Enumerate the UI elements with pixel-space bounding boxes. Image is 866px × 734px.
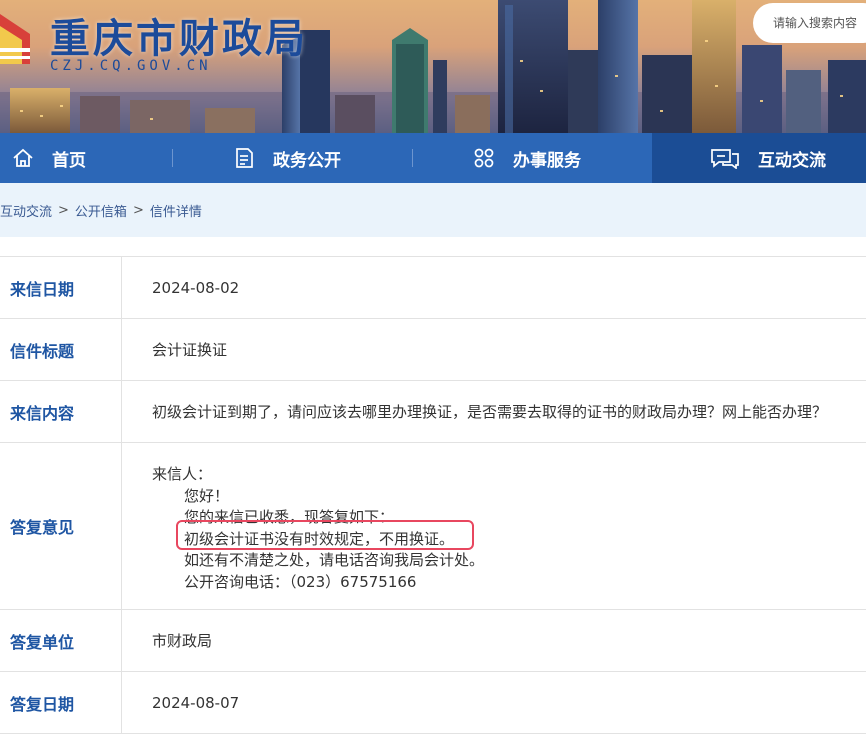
reply-label: 答复意见	[0, 443, 122, 609]
reply-line: 您的来信已收悉，现答复如下：	[184, 508, 395, 526]
nav-divider	[412, 149, 413, 167]
header-banner: 重庆市财政局 CZJ.CQ.GOV.CN	[0, 0, 866, 133]
site-title[interactable]: 重庆市财政局	[50, 6, 308, 64]
letter-title-value: 会计证换证	[152, 341, 228, 359]
grid-icon	[474, 148, 494, 168]
reply-line: 来信人：	[152, 465, 213, 483]
site-domain: CZJ.CQ.GOV.CN	[50, 58, 212, 74]
nav-item-label: 互动交流	[758, 150, 826, 171]
table-row-reply: 答复意见 来信人： 您好！ 您的来信已收悉，现答复如下： 初级会计证书没有时效规…	[0, 443, 866, 610]
nav-item-services[interactable]: 办事服务	[473, 133, 581, 183]
document-icon	[236, 148, 253, 168]
home-icon	[13, 148, 33, 167]
nav-item-label: 首页	[52, 150, 86, 171]
letter-content-label: 来信内容	[0, 381, 122, 442]
letter-title-label: 信件标题	[0, 319, 122, 380]
letter-content-value: 初级会计证到期了，请问应该去哪里办理换证，是否需要去取得的证书的财政局办理？网上…	[152, 403, 828, 421]
breadcrumb-separator: >	[132, 202, 144, 218]
search-input[interactable]	[753, 3, 866, 43]
breadcrumb-link-mailbox[interactable]: 公开信箱	[75, 201, 127, 220]
logo-emblem-icon	[0, 14, 30, 64]
letter-detail-table: 来信日期 2024-08-02 信件标题 会计证换证 来信内容 初级会计证到期了…	[0, 256, 866, 734]
reply-content: 来信人： 您好！ 您的来信已收悉，现答复如下： 初级会计证书没有时效规定，不用换…	[122, 443, 484, 609]
reply-line: 如还有不清楚之处，请电话咨询我局会计处。	[184, 551, 485, 569]
letter-date-label: 来信日期	[0, 257, 122, 318]
breadcrumb-current: 信件详情	[149, 204, 202, 220]
nav-item-home[interactable]: 首页	[12, 133, 86, 183]
table-row-letter-title: 信件标题 会计证换证	[0, 319, 866, 381]
table-row-reply-date: 答复日期 2024-08-07	[0, 672, 866, 734]
breadcrumb: 互动交流 > 公开信箱 > 信件详情	[0, 183, 866, 237]
table-row-reply-unit: 答复单位 市财政局	[0, 610, 866, 672]
reply-unit-label: 答复单位	[0, 610, 122, 671]
reply-unit-value: 市财政局	[152, 632, 213, 650]
nav-item-government-affairs[interactable]: 政务公开	[233, 133, 341, 183]
reply-date-value: 2024-08-07	[152, 693, 240, 712]
reply-date-label: 答复日期	[0, 672, 122, 733]
breadcrumb-link-interaction[interactable]: 互动交流	[0, 201, 52, 220]
main-nav: 首页 政务公开 办事服务 互动交流	[0, 133, 866, 183]
reply-line: 公开咨询电话：（023）67575166	[184, 572, 417, 591]
table-row-letter-content: 来信内容 初级会计证到期了，请问应该去哪里办理换证，是否需要去取得的证书的财政局…	[0, 381, 866, 443]
nav-item-label: 政务公开	[273, 150, 341, 171]
nav-item-label: 办事服务	[513, 150, 581, 171]
table-row-letter-date: 来信日期 2024-08-02	[0, 257, 866, 319]
nav-divider	[172, 149, 173, 167]
reply-line-highlighted: 初级会计证书没有时效规定，不用换证。	[184, 529, 455, 548]
breadcrumb-separator: >	[58, 202, 69, 218]
nav-item-interaction[interactable]: 互动交流	[710, 133, 826, 183]
reply-line: 您好！	[184, 486, 230, 505]
letter-date-value: 2024-08-02	[152, 278, 240, 297]
chat-icon	[711, 149, 739, 169]
